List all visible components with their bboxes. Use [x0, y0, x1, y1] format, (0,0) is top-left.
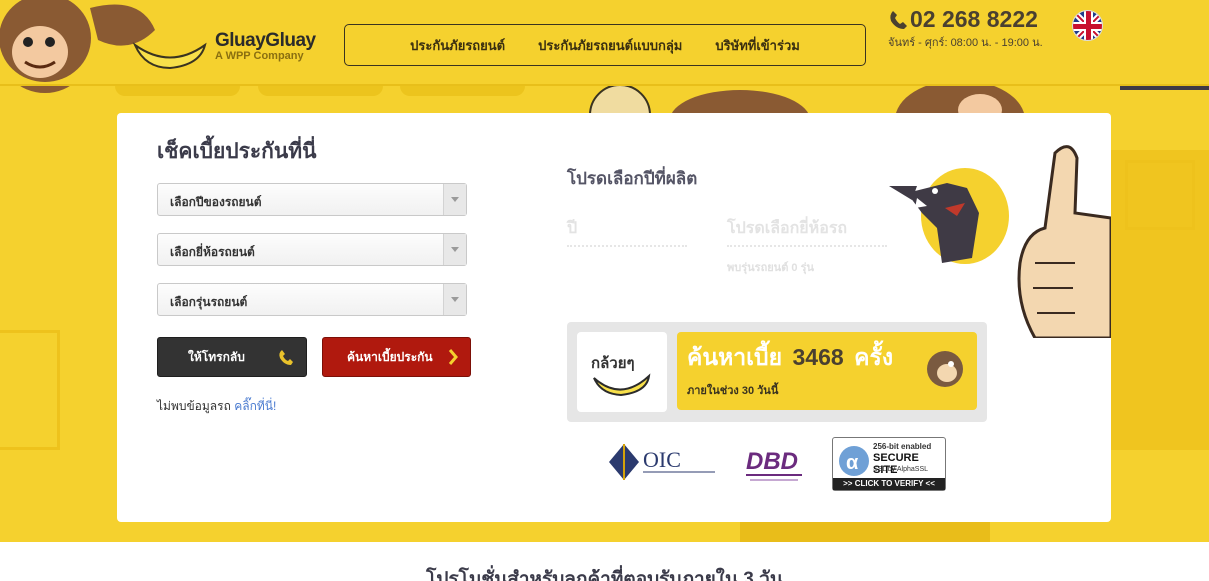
ssl-seal-icon: α: [839, 446, 869, 476]
brand-tagline: A WPP Company: [215, 50, 304, 62]
dog-mascot-illustration: [889, 168, 1009, 264]
banana-icon: [593, 373, 651, 397]
car-year-select[interactable]: เลือกปีของรถยนต์: [157, 183, 467, 216]
contact-block: 02 268 8222 จันทร์ - ศุกร์: 08:00 น. - 1…: [888, 6, 1043, 51]
monkey-banana-logo-illustration: [0, 0, 207, 82]
callback-button[interactable]: ให้โทรกลับ: [157, 337, 307, 377]
nav-item-car-insurance[interactable]: ประกันภัยรถยนต์: [410, 35, 505, 56]
select-year-heading: โปรดเลือกปีที่ผลิต: [567, 169, 698, 188]
gluay-gluay-stat-logo: กล้วยๆ: [577, 332, 667, 412]
svg-text:α: α: [846, 452, 859, 474]
callback-button-label: ให้โทรกลับ: [188, 349, 245, 364]
nav-item-group-car-insurance[interactable]: ประกันภัยรถยนต์แบบกลุ่ม: [538, 35, 682, 56]
alphassl-secure-site-badge[interactable]: α 256-bit enabled SECURE SITE SSL by Alp…: [832, 437, 946, 491]
search-count-line: ค้นหาเบี้ย 3468 ครั้ง: [687, 340, 893, 376]
ssl-verify-link: >> CLICK TO VERIFY <<: [833, 478, 945, 490]
models-found-count: พบรุ่นรถยนต์ 0 รุ่น: [727, 262, 814, 274]
chevron-down-icon: [443, 284, 466, 315]
brand-name: GluayGluay: [215, 30, 316, 51]
car-brand-select-value: เลือกยี่ห้อรถยนต์: [170, 245, 255, 259]
phone-number-row[interactable]: 02 268 8222: [888, 6, 1043, 33]
oic-logo-text: OIC: [643, 447, 681, 472]
no-car-data-note: ไม่พบข้อมูลรถ คลิ๊กที่นี่!: [157, 397, 276, 416]
ssl-badge-by-text: SSL by AlphaSSL: [873, 466, 929, 473]
chevron-down-icon: [443, 184, 466, 215]
search-count-prefix: ค้นหาเบี้ย: [687, 344, 783, 370]
selected-brand-field: โปรดเลือกยี่ห้อรถ: [727, 216, 887, 247]
search-premium-button-label: ค้นหาเบี้ยประกัน: [347, 349, 433, 364]
quote-form-title: เช็คเบี้ยประกันที่นี่: [157, 140, 317, 163]
search-count-panel: ค้นหาเบี้ย 3468 ครั้ง ภายในช่วง 30 วันนี…: [677, 332, 977, 410]
car-year-select-value: เลือกปีของรถยนต์: [170, 195, 262, 209]
phone-icon: [890, 10, 907, 29]
dbd-logo-badge[interactable]: DBD: [744, 441, 814, 485]
selected-year-field: ปี: [567, 216, 687, 247]
english-language-flag-icon[interactable]: [1072, 10, 1103, 41]
ssl-badge-top-text: 256-bit enabled: [873, 442, 932, 451]
quote-search-card: เช็คเบี้ยประกันที่นี่ เลือกปีของรถยนต์ เ…: [117, 113, 1111, 522]
promotion-heading: โปรโมชั่นสำหรับลูกค้าที่ตอบรับภายใน 3 วั…: [426, 569, 783, 581]
search-count-suffix: ครั้ง: [854, 344, 894, 370]
office-hours: จันทร์ - ศุกร์: 08:00 น. - 19:00 น.: [888, 37, 1043, 49]
phone-icon: [279, 350, 293, 365]
no-car-data-text: ไม่พบข้อมูลรถ: [157, 399, 231, 413]
main-nav: ประกันภัยรถยนต์ ประกันภัยรถยนต์แบบกลุ่ม …: [344, 24, 866, 66]
search-count-number: 3468: [792, 344, 844, 370]
car-brand-select[interactable]: เลือกยี่ห้อรถยนต์: [157, 233, 467, 266]
promotion-section: โปรโมชั่นสำหรับลูกค้าที่ตอบรับภายใน 3 วั…: [0, 542, 1209, 581]
oic-logo-badge[interactable]: OIC: [607, 437, 717, 487]
no-car-data-link[interactable]: คลิ๊กที่นี่!: [234, 399, 276, 413]
chevron-down-icon: [443, 234, 466, 265]
phone-number: 02 268 8222: [910, 6, 1038, 32]
car-model-select[interactable]: เลือกรุ่นรถยนต์: [157, 283, 467, 316]
car-model-select-value: เลือกรุ่นรถยนต์: [170, 295, 248, 309]
chevron-right-icon: [448, 349, 458, 365]
search-stats-box: กล้วยๆ ค้นหาเบี้ย 3468 ครั้ง ภายในช่วง 3…: [567, 322, 987, 422]
thumbs-up-monkey-hand-illustration: [1017, 145, 1111, 338]
dbd-logo-text: DBD: [746, 448, 798, 475]
brand-logo[interactable]: GluayGluay A WPP Company: [215, 30, 316, 62]
monkey-face-icon: [927, 351, 963, 387]
trust-badges: OIC DBD: [607, 437, 802, 492]
search-premium-button[interactable]: ค้นหาเบี้ยประกัน: [322, 337, 471, 377]
site-header: GluayGluay A WPP Company ประกันภัยรถยนต์…: [0, 0, 1209, 86]
nav-item-partner-companies[interactable]: บริษัทที่เข้าร่วม: [715, 35, 799, 56]
search-count-period: ภายในช่วง 30 วันนี้: [687, 385, 779, 397]
